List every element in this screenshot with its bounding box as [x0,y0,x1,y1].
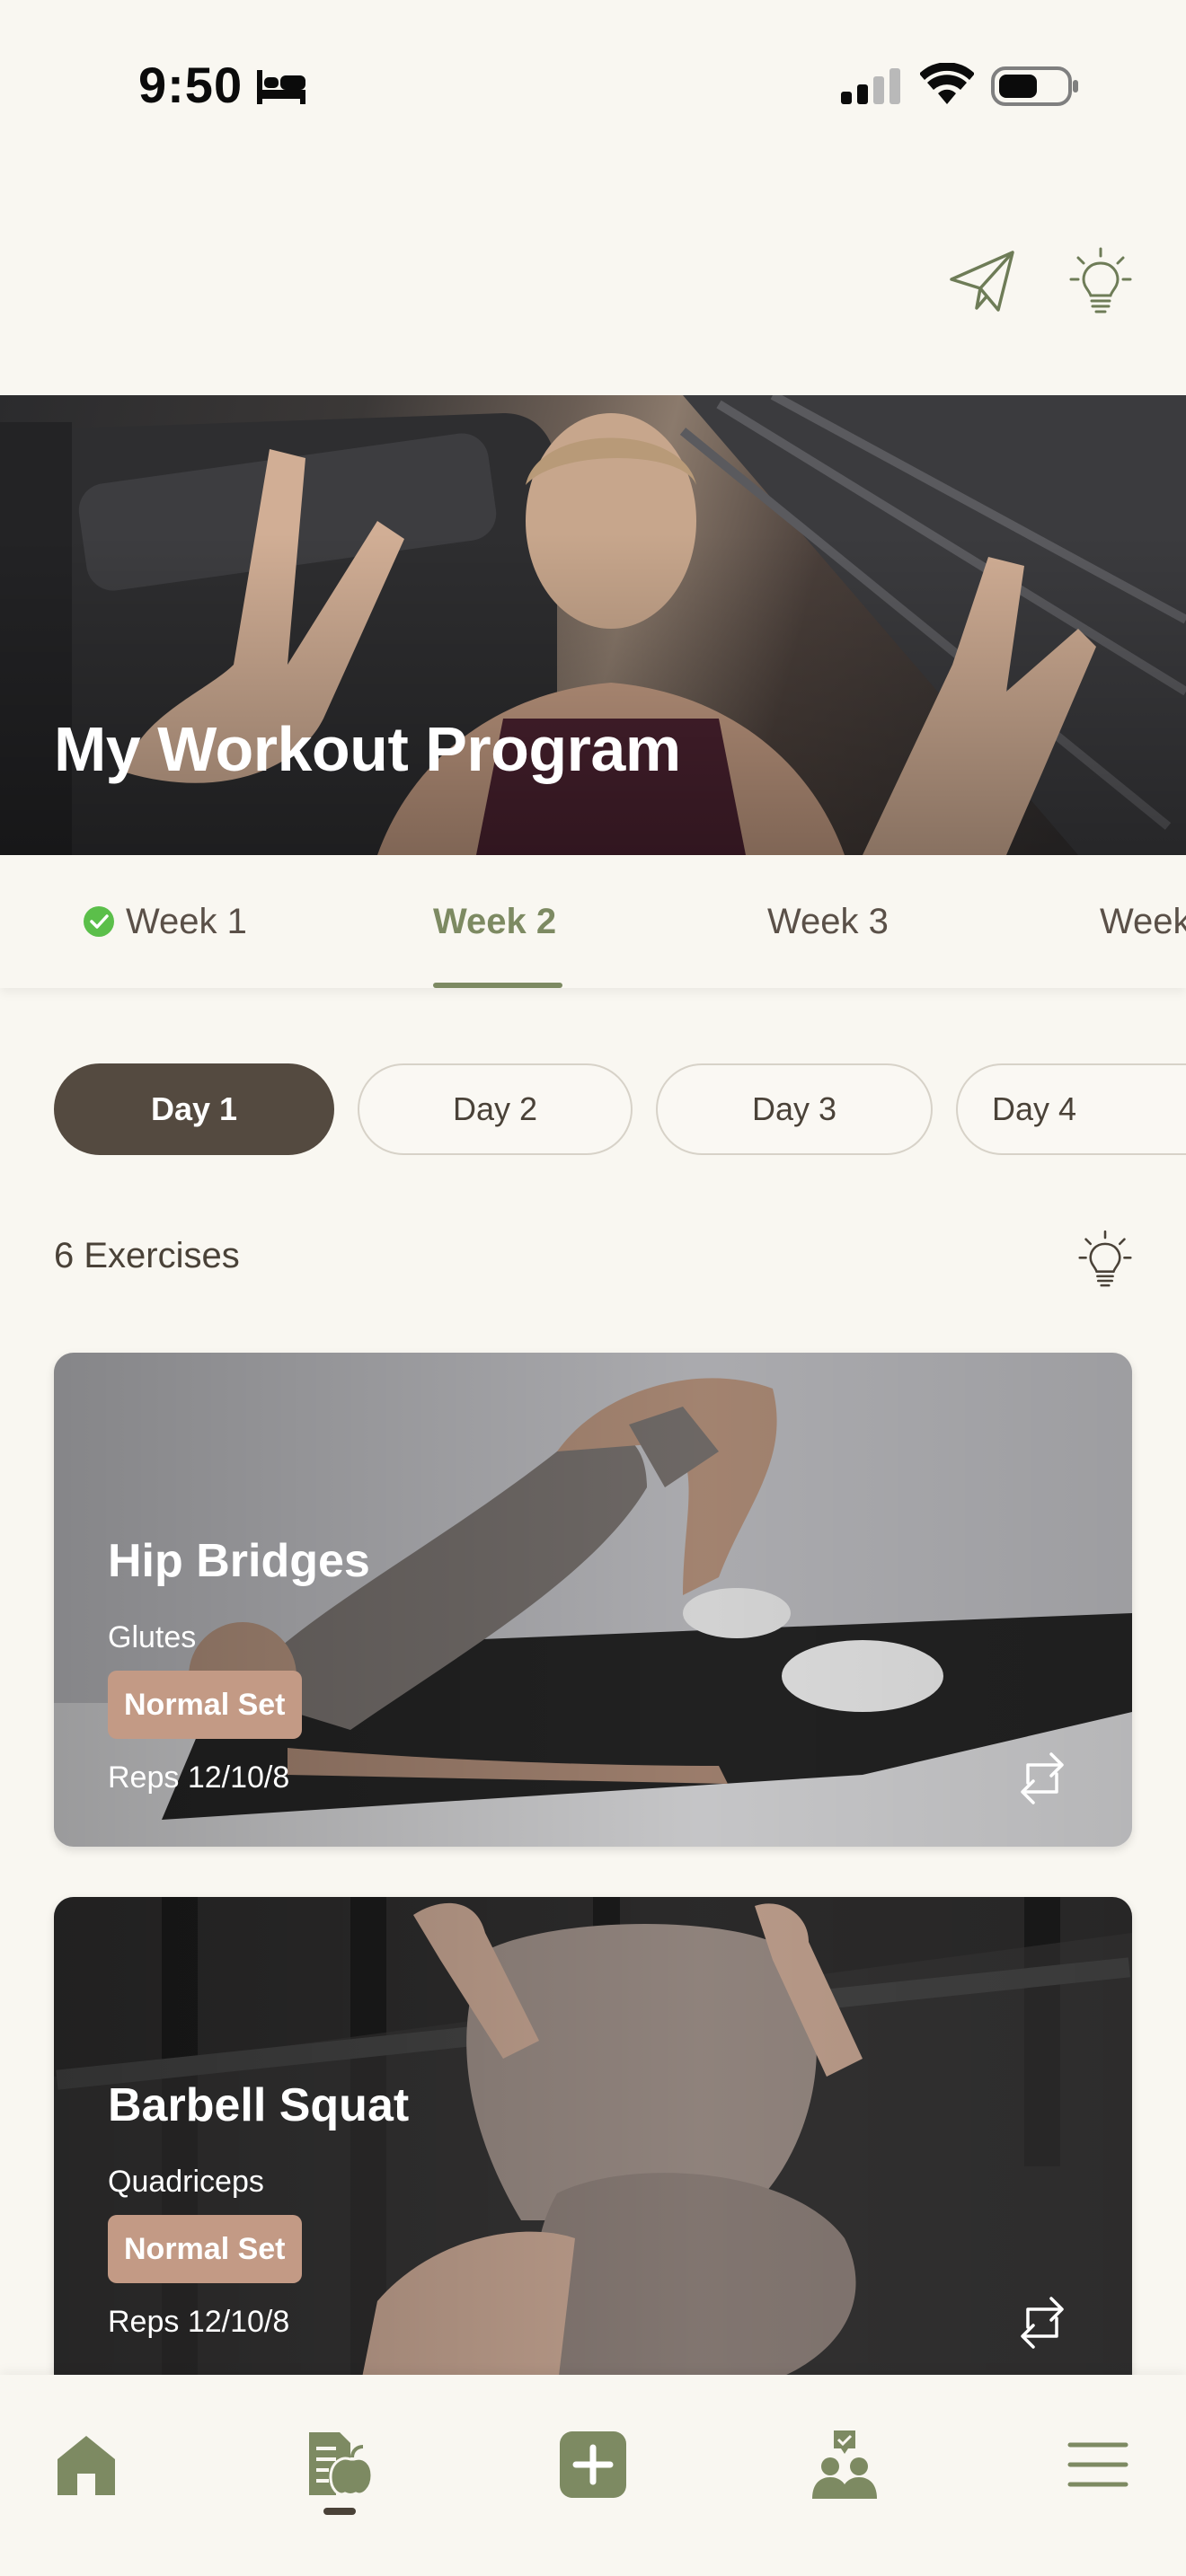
share-button[interactable] [942,241,1022,322]
day-pill-1[interactable]: Day 1 [54,1063,334,1155]
swap-exercise-button[interactable] [1006,2287,1078,2359]
active-nav-indicator [323,2508,356,2515]
home-icon [58,2436,115,2495]
community-icon [812,2430,877,2499]
status-time: 9:50 [138,57,243,113]
day-pill-3-label: Day 3 [751,1090,837,1127]
exercise-card[interactable]: Barbell Squat Quadriceps Normal Set Reps… [54,1897,1132,2377]
wifi-icon [920,63,974,104]
tab-week-1[interactable]: Week 1 [83,855,247,988]
day-pill-1-label: Day 1 [150,1090,238,1127]
status-bar: 9:50 [0,0,1186,171]
day-tips-button[interactable] [1069,1223,1141,1295]
hero-banner: My Workout Program [0,395,1186,855]
nav-add[interactable] [548,2420,638,2510]
menu-icon [1067,2442,1128,2487]
exercise-muscle: Quadriceps [108,2165,264,2199]
lightbulb-icon [1078,1230,1132,1287]
hero-overlay [0,395,1186,855]
exercise-muscle: Glutes [108,1620,197,1654]
lightbulb-icon [1069,247,1132,313]
swap-icon [1021,1752,1064,1804]
tab-week-2[interactable]: Week 2 [433,855,556,988]
nav-home[interactable] [41,2420,131,2510]
active-week-indicator [433,983,562,988]
bed-icon [257,70,305,104]
completed-check-icon [84,906,114,937]
day-pill-2[interactable]: Day 2 [358,1063,633,1155]
tips-button[interactable] [1060,241,1141,322]
swap-exercise-button[interactable] [1006,1742,1078,1814]
exercise-reps: Reps 12/10/8 [108,1760,290,1795]
exercise-name: Hip Bridges [108,1535,370,1587]
day-pill-2-label: Day 2 [452,1090,538,1127]
nutrition-icon [309,2432,374,2496]
bottom-nav [0,2375,1186,2576]
tab-week-3[interactable]: Week 3 [767,855,889,988]
workout-program-screen: 9:50 My Workout Program Week 1 Week 2 We… [0,0,1186,2576]
exercise-reps: Reps 12/10/8 [108,2305,290,2339]
battery-icon [991,66,1078,106]
day-pill-3[interactable]: Day 3 [656,1063,933,1155]
tab-week-3-label: Week 3 [767,901,889,941]
signal-icon [841,68,900,104]
set-type-badge: Normal Set [108,1671,302,1739]
nav-community[interactable] [800,2420,890,2510]
day-pill-4[interactable]: Day 4 [956,1063,1186,1155]
nav-nutrition[interactable] [295,2420,385,2510]
tab-week-4-label: Week 4 [1100,901,1186,941]
swap-icon [1021,2297,1064,2349]
tab-week-4[interactable]: Week 4 [1100,855,1186,988]
paper-plane-icon [950,251,1014,312]
exercise-name: Barbell Squat [108,2079,410,2131]
exercise-count: 6 Exercises [54,1236,240,1275]
nav-menu[interactable] [1053,2420,1143,2510]
day-pill-4-label: Day 4 [992,1090,1077,1127]
exercise-card[interactable]: Hip Bridges Glutes Normal Set Reps 12/10… [54,1353,1132,1847]
set-type-badge: Normal Set [108,2215,302,2283]
tab-week-1-label: Week 1 [126,901,247,941]
page-title: My Workout Program [54,714,681,784]
add-icon [560,2431,626,2498]
tab-week-2-label: Week 2 [433,901,557,941]
week-tabs: Week 1 Week 2 Week 3 Week 4 [0,855,1186,988]
